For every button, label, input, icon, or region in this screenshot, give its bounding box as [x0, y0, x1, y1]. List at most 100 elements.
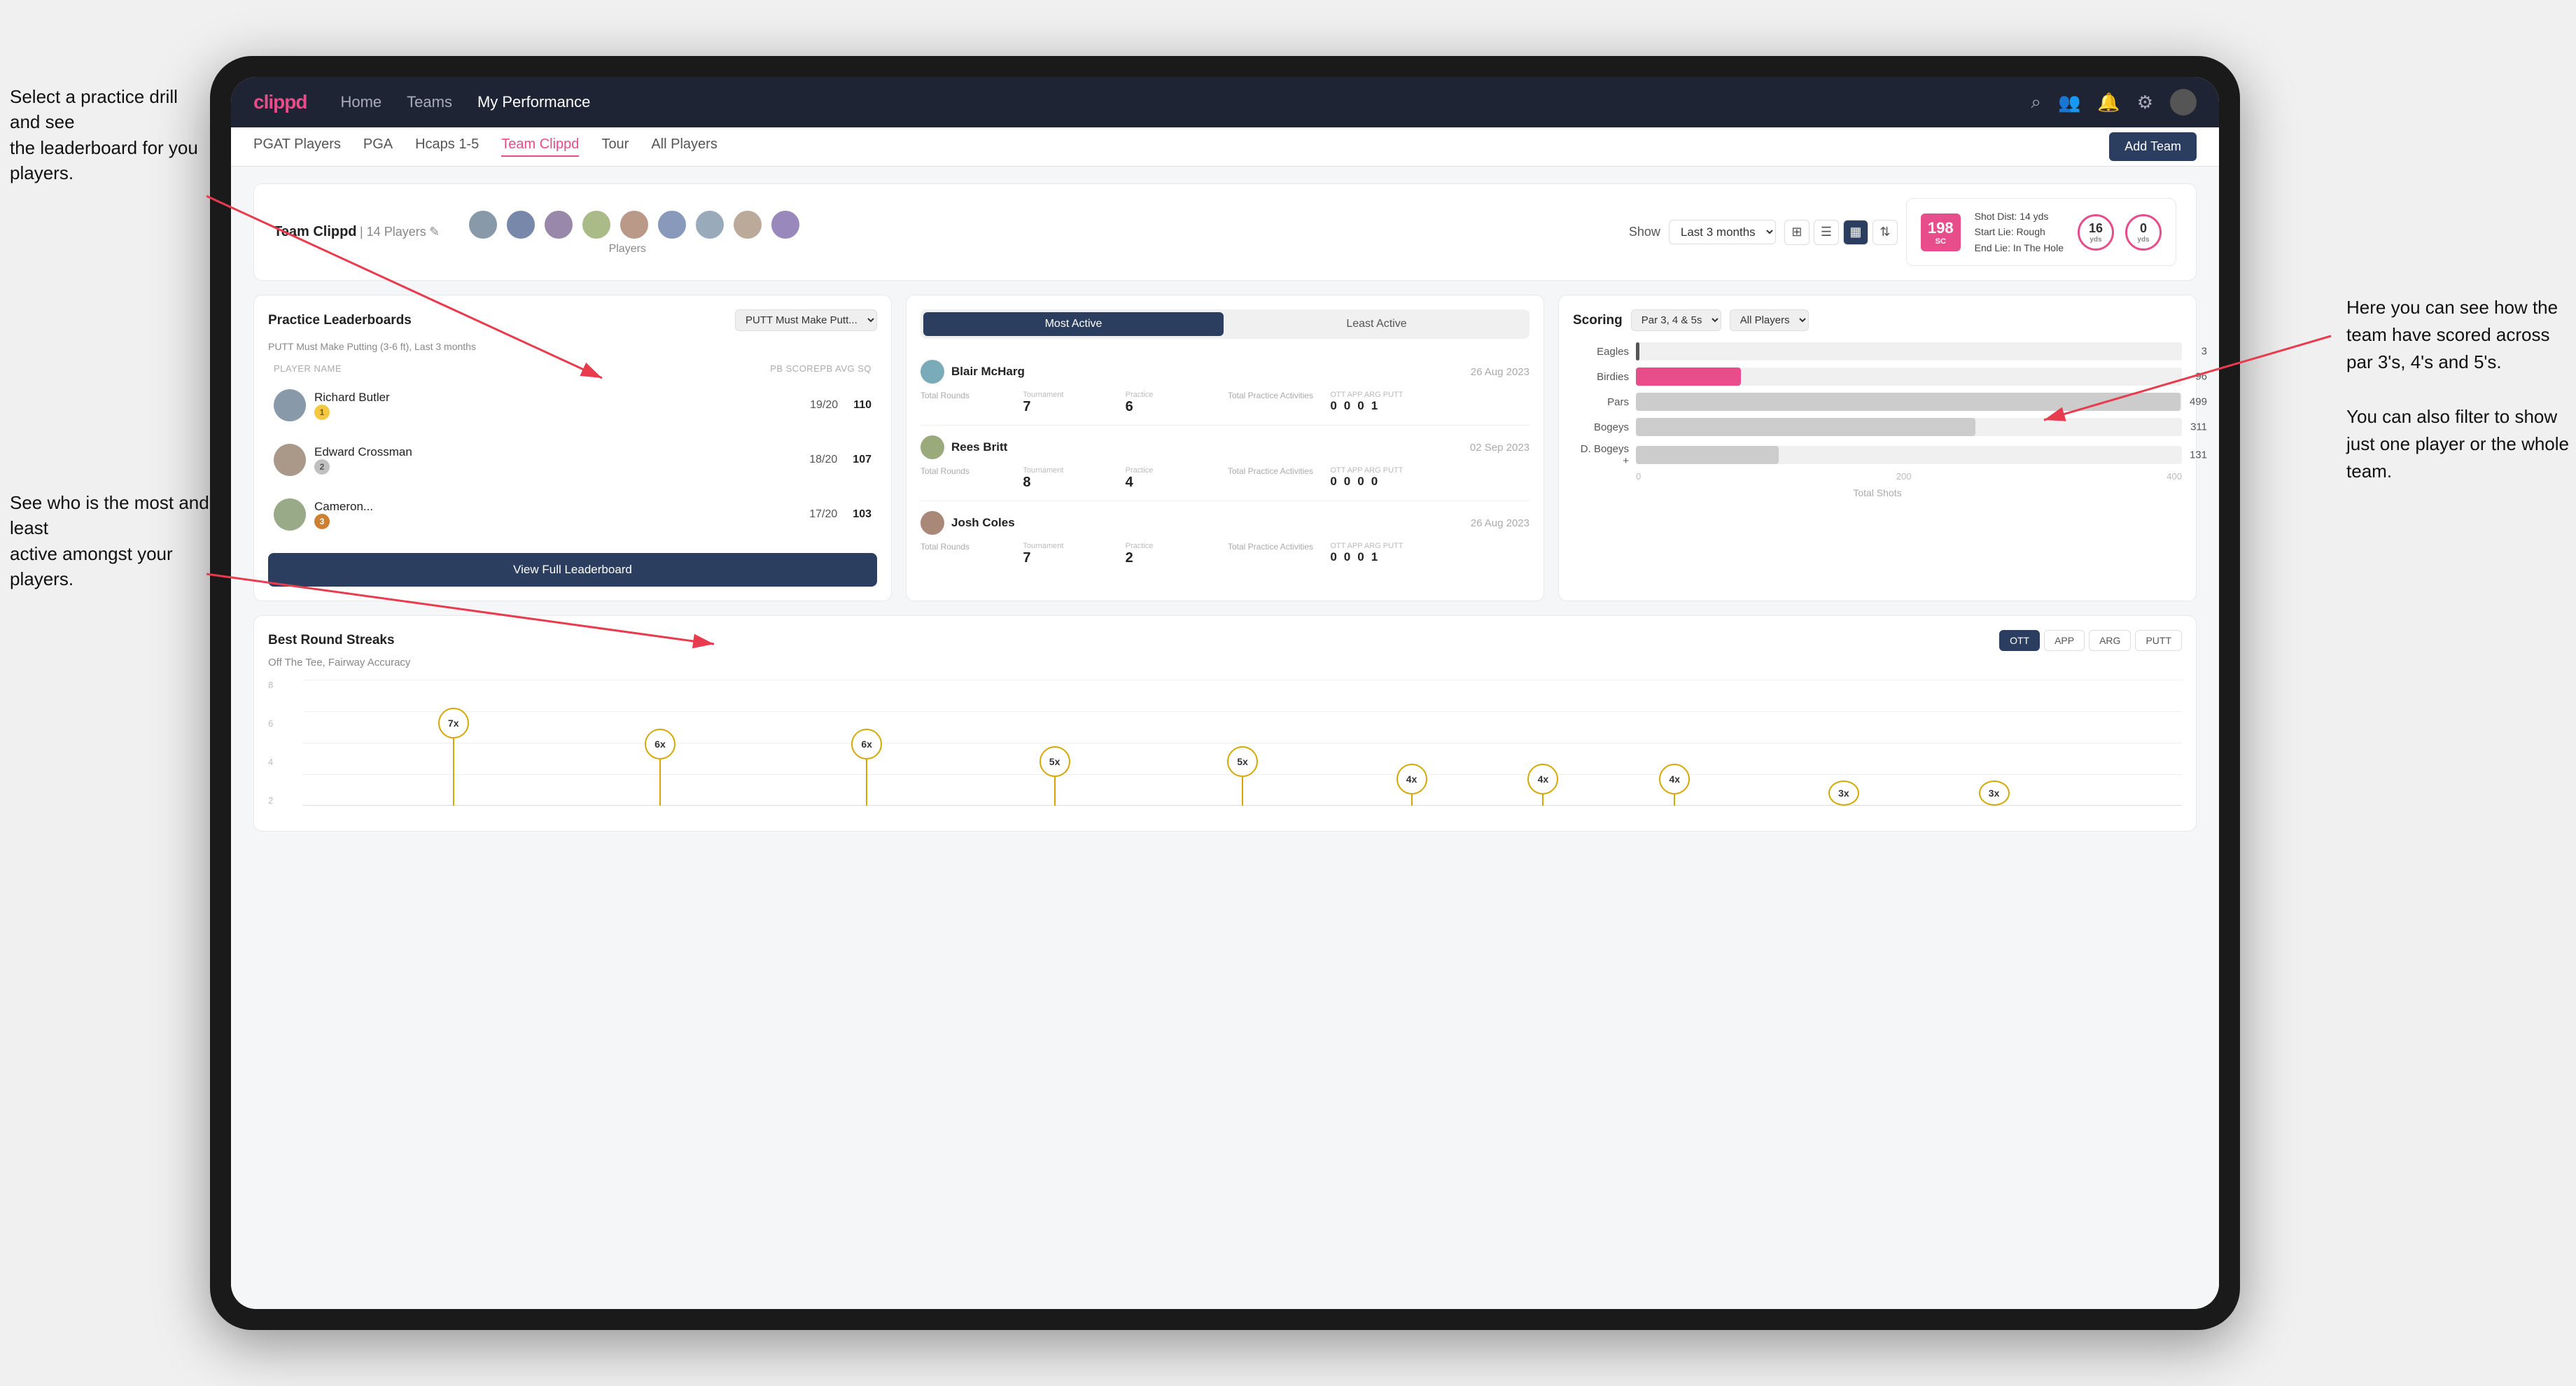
view-sort-icon[interactable]: ⇅: [1872, 220, 1898, 245]
lb-avg: 110: [853, 399, 872, 412]
lb-avg: 103: [853, 508, 872, 521]
player-avatar[interactable]: [732, 209, 763, 240]
view-list-icon[interactable]: ☰: [1814, 220, 1839, 245]
streak-pin: 6x: [851, 729, 882, 806]
nav-home[interactable]: Home: [340, 93, 382, 111]
player-avatar[interactable]: [468, 209, 498, 240]
stat-group: Total Practice Activities: [1228, 466, 1324, 491]
practice-activities: OTT APP ARG PUTT 0 0 0 0: [1330, 466, 1427, 491]
main-content: Team Clippd | 14 Players ✎: [231, 167, 2219, 1309]
streak-pin: 3x: [1979, 780, 2010, 806]
player-avatar[interactable]: [619, 209, 650, 240]
player-entry: Blair McHarg 26 Aug 2023 Total Rounds To…: [920, 350, 1530, 426]
edit-icon[interactable]: ✎: [429, 225, 440, 239]
filter-arg[interactable]: ARG: [2089, 630, 2131, 651]
player-avatars: [468, 209, 801, 240]
scoring-par-select[interactable]: Par 3, 4 & 5s: [1631, 309, 1721, 331]
shot-card: 198 SC Shot Dist: 14 yds Start Lie: Roug…: [1906, 198, 2176, 266]
player-entry-header: Blair McHarg 26 Aug 2023: [920, 360, 1530, 384]
bell-icon[interactable]: 🔔: [2097, 92, 2120, 113]
active-tabs: Most Active Least Active: [920, 309, 1530, 339]
player-avatar[interactable]: [770, 209, 801, 240]
active-card: Most Active Least Active Blair McHarg 26…: [906, 295, 1544, 601]
player-stats-row: Total Rounds Tournament 8 Practice 4: [920, 466, 1530, 491]
search-icon[interactable]: ⌕: [2031, 91, 2041, 113]
bar-row-eagles: Eagles 3: [1573, 342, 2182, 360]
player-entry: Josh Coles 26 Aug 2023 Total Rounds Tour…: [920, 501, 1530, 576]
player-entry-avatar: [920, 511, 944, 535]
y-axis: 8 6 4 2: [268, 680, 273, 806]
people-icon[interactable]: 👥: [2058, 92, 2080, 113]
bar-fill-dbogeys: [1636, 446, 1779, 464]
show-label: Show: [1629, 225, 1660, 239]
view-full-leaderboard-button[interactable]: View Full Leaderboard: [268, 553, 877, 587]
stat-group: Practice 2: [1126, 542, 1222, 566]
player-entry-avatar: [920, 360, 944, 384]
annotation-bottom-left: See who is the most and least active amo…: [10, 490, 213, 592]
lb-name: Edward Crossman: [314, 445, 801, 459]
scoring-header: Scoring Par 3, 4 & 5s All Players: [1573, 309, 2182, 331]
lb-score: 17/20: [809, 508, 837, 521]
scoring-card: Scoring Par 3, 4 & 5s All Players Eagles: [1558, 295, 2197, 601]
streak-pin: 4x: [1527, 764, 1558, 806]
streaks-header: Best Round Streaks OTT APP ARG PUTT: [268, 630, 2182, 651]
filter-ott[interactable]: OTT: [1999, 630, 2040, 651]
subnav-all-players[interactable]: All Players: [651, 136, 717, 157]
player-entry-header: Rees Britt 02 Sep 2023: [920, 435, 1530, 459]
filter-app[interactable]: APP: [2044, 630, 2085, 651]
player-entry-header: Josh Coles 26 Aug 2023: [920, 511, 1530, 535]
drill-select[interactable]: PUTT Must Make Putt...: [735, 309, 877, 331]
scoring-player-select[interactable]: All Players: [1730, 309, 1809, 331]
medal-bronze: 3: [314, 514, 330, 529]
add-team-button[interactable]: Add Team: [2109, 132, 2197, 161]
subnav-hcaps[interactable]: Hcaps 1-5: [415, 136, 479, 157]
player-avatar[interactable]: [505, 209, 536, 240]
player-avatar[interactable]: [657, 209, 687, 240]
chart-axis: 0 200 400: [1573, 471, 2182, 482]
subnav-tour[interactable]: Tour: [601, 136, 629, 157]
view-grid-icon[interactable]: ⊞: [1784, 220, 1809, 245]
player-avatar[interactable]: [694, 209, 725, 240]
subnav-links: PGAT Players PGA Hcaps 1-5 Team Clippd T…: [253, 136, 2109, 157]
filter-putt[interactable]: PUTT: [2135, 630, 2182, 651]
streaks-title: Best Round Streaks: [268, 633, 395, 648]
ipad-screen: clippd Home Teams My Performance ⌕ 👥 🔔 ⚙…: [231, 77, 2219, 1309]
subnav-pgat[interactable]: PGAT Players: [253, 136, 341, 157]
subnav-pga[interactable]: PGA: [363, 136, 393, 157]
lb-name: Cameron...: [314, 500, 801, 514]
player-entry-date: 02 Sep 2023: [1470, 442, 1530, 454]
lb-score: 19/20: [810, 399, 838, 412]
player-avatar[interactable]: [581, 209, 612, 240]
view-card-icon[interactable]: ▦: [1843, 220, 1868, 245]
stat-group: Total Rounds: [920, 391, 1017, 415]
show-select[interactable]: Last 3 months Last 6 months Last year: [1669, 220, 1776, 244]
drill-subtitle: PUTT Must Make Putting (3-6 ft), Last 3 …: [268, 341, 877, 352]
tab-most-active[interactable]: Most Active: [923, 312, 1224, 336]
leaderboard-header: Practice Leaderboards PUTT Must Make Put…: [268, 309, 877, 331]
lb-avatar: [274, 444, 306, 476]
nav-teams[interactable]: Teams: [407, 93, 452, 111]
shot-circle-1: 16 yds: [2078, 214, 2114, 251]
avatar[interactable]: [2170, 89, 2197, 115]
player-entry-name: Blair McHarg: [920, 360, 1025, 384]
practice-activities: OTT APP ARG PUTT 0 0 0 1: [1330, 542, 1427, 566]
nav-my-performance[interactable]: My Performance: [477, 93, 590, 111]
navbar: clippd Home Teams My Performance ⌕ 👥 🔔 ⚙: [231, 77, 2219, 127]
player-entry: Rees Britt 02 Sep 2023 Total Rounds Tour…: [920, 426, 1530, 501]
view-icons: ⊞ ☰ ▦ ⇅: [1784, 220, 1898, 245]
stat-group: Total Practice Activities: [1228, 542, 1324, 566]
annotation-top-right: Here you can see how the team have score…: [2346, 294, 2569, 485]
subnav-team-clippd[interactable]: Team Clippd: [501, 136, 579, 157]
shot-badge: 198 SC: [1921, 214, 1961, 251]
scoring-title: Scoring: [1573, 313, 1623, 328]
ipad-frame: clippd Home Teams My Performance ⌕ 👥 🔔 ⚙…: [210, 56, 2240, 1330]
player-avatar[interactable]: [543, 209, 574, 240]
settings-icon[interactable]: ⚙: [2137, 92, 2153, 113]
lb-row: Richard Butler 1 19/20 110: [268, 381, 877, 430]
stat-group: Total Practice Activities: [1228, 391, 1324, 415]
tab-least-active[interactable]: Least Active: [1226, 312, 1527, 336]
lb-avg: 107: [853, 454, 872, 466]
player-entry-avatar: [920, 435, 944, 459]
bar-fill-eagles: [1636, 342, 1639, 360]
bar-row-bogeys: Bogeys 311: [1573, 418, 2182, 436]
